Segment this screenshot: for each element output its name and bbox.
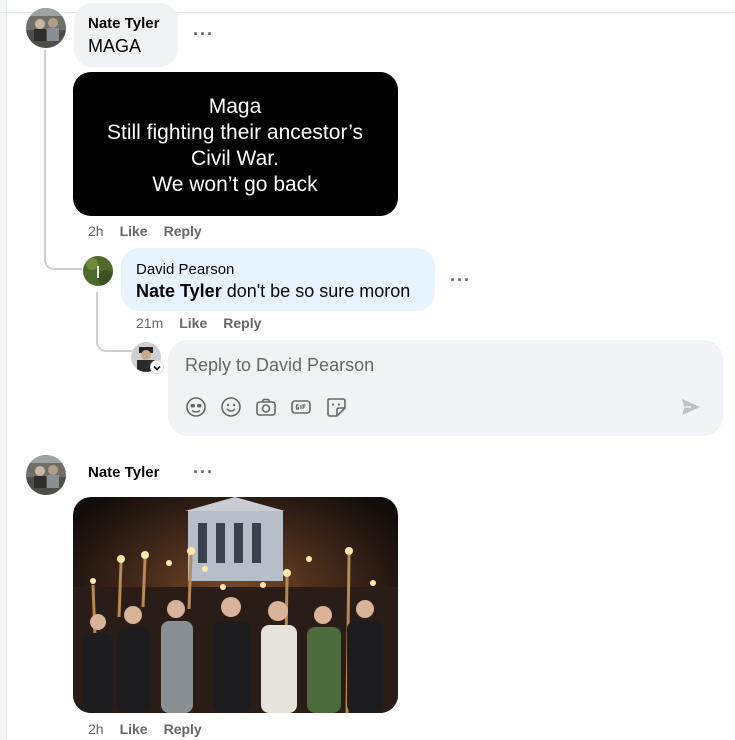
like-button[interactable]: Like: [120, 721, 148, 737]
avatar[interactable]: [26, 455, 66, 495]
reply-composer: [168, 340, 723, 436]
photo-icon: [73, 497, 398, 713]
reply-text: don't be so sure moron: [221, 281, 411, 301]
mention-link[interactable]: Nate Tyler: [136, 281, 222, 301]
sticker-icon[interactable]: [325, 396, 347, 418]
comment-author[interactable]: Nate Tyler: [88, 464, 159, 481]
send-icon[interactable]: [680, 397, 702, 417]
thread-line: [96, 292, 132, 352]
meme-text: Maga Still fighting their ancestor’s Civ…: [73, 94, 397, 198]
like-button[interactable]: Like: [120, 223, 148, 239]
avatar[interactable]: [83, 256, 113, 286]
emoji-icon[interactable]: [220, 396, 242, 418]
reply-author[interactable]: David Pearson: [136, 261, 234, 278]
reply-button[interactable]: Reply: [164, 721, 202, 737]
camera-icon[interactable]: [255, 396, 277, 418]
meme-line: We won’t go back: [152, 173, 318, 196]
reply-meta: 21m Like Reply: [136, 315, 277, 331]
comment-image[interactable]: Maga Still fighting their ancestor’s Civ…: [73, 72, 398, 216]
more-options-icon[interactable]: ···: [450, 270, 471, 291]
thread-line: [44, 50, 82, 270]
timestamp[interactable]: 21m: [136, 315, 163, 331]
reply-bubble: David Pearson Nate Tyler don't be so sur…: [121, 248, 435, 311]
more-options-icon[interactable]: ···: [193, 24, 214, 45]
timestamp[interactable]: 2h: [88, 721, 104, 737]
meme-line: Still fighting their ancestor’s: [106, 121, 364, 144]
comment-meta: 2h Like Reply: [88, 721, 218, 737]
reply-button[interactable]: Reply: [223, 315, 261, 331]
comment-meta: 2h Like Reply: [88, 223, 218, 239]
chevron-down-icon[interactable]: [150, 360, 164, 374]
reply-text-line: Nate Tyler don't be so sure moron: [136, 281, 410, 302]
reply-button[interactable]: Reply: [164, 223, 202, 239]
gif-icon[interactable]: [290, 396, 312, 418]
comment-image[interactable]: [73, 497, 398, 713]
meme-line: Civil War.: [191, 147, 279, 170]
like-button[interactable]: Like: [179, 315, 207, 331]
comment-author[interactable]: Nate Tyler: [88, 15, 159, 32]
avatar-sticker-icon[interactable]: [185, 396, 207, 418]
reply-input[interactable]: [183, 352, 667, 378]
left-edge: [0, 0, 7, 740]
timestamp[interactable]: 2h: [88, 223, 104, 239]
meme-line: Maga: [208, 95, 262, 118]
more-options-icon[interactable]: ···: [193, 462, 214, 483]
comment-text: MAGA: [88, 36, 142, 56]
avatar[interactable]: [26, 8, 66, 48]
comment-bubble: Nate Tyler MAGA: [74, 3, 178, 67]
